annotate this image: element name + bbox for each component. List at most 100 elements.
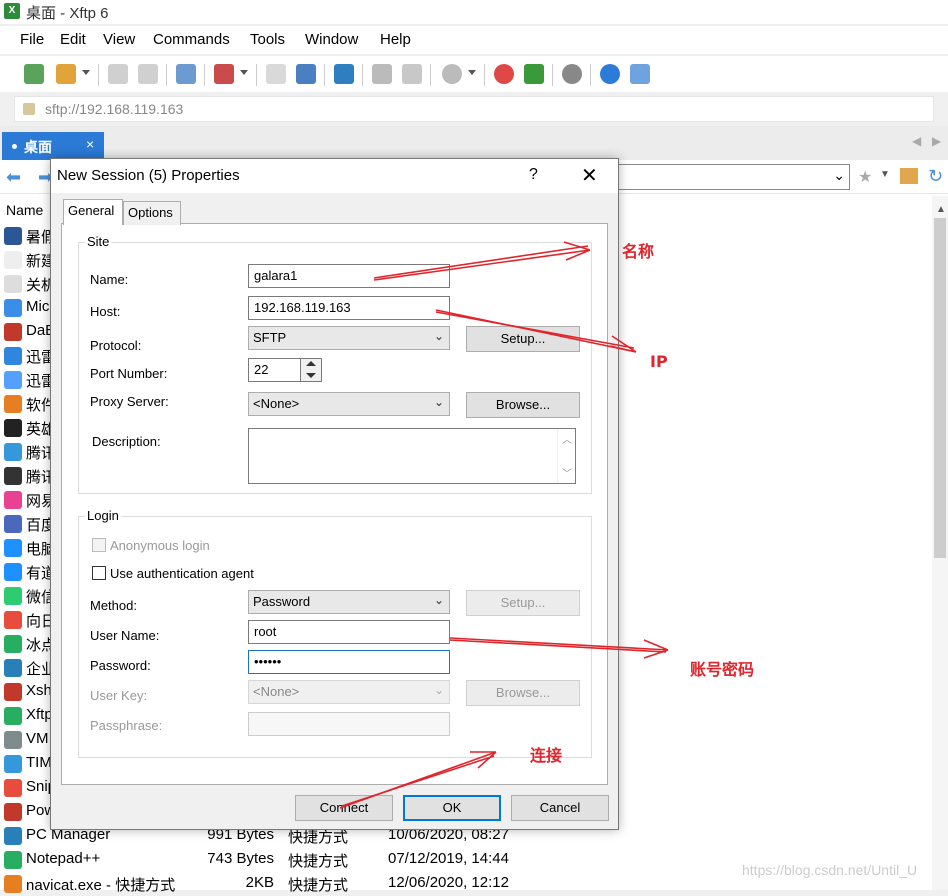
stepper-up-icon[interactable] <box>306 361 316 366</box>
connect-button[interactable]: Connect <box>295 795 393 821</box>
menu-bar: File Edit View Commands Tools Window Hel… <box>0 26 948 54</box>
description-label: Description: <box>92 434 161 449</box>
proxy-select[interactable]: <None> ⌄ <box>248 392 450 416</box>
lock-icon <box>23 103 35 115</box>
file-icon <box>4 347 22 365</box>
file-icon <box>4 803 22 821</box>
open-dropdown-icon[interactable] <box>82 70 90 75</box>
method-label: Method: <box>90 598 137 613</box>
terminal-dropdown-icon[interactable] <box>240 70 248 75</box>
anonymous-login-checkbox[interactable] <box>92 538 106 552</box>
address-bar[interactable]: sftp://192.168.119.163 <box>14 96 934 122</box>
ok-button[interactable]: OK <box>403 795 501 821</box>
file-icon <box>4 323 22 341</box>
file-date: 07/12/2019, 14:44 <box>388 850 509 867</box>
cancel-button[interactable]: Cancel <box>511 795 609 821</box>
connect-icon[interactable] <box>108 64 128 84</box>
open-folder-icon[interactable] <box>56 64 76 84</box>
close-icon[interactable]: ✕ <box>581 163 598 188</box>
disconnect-icon[interactable] <box>138 64 158 84</box>
menu-help[interactable]: Help <box>380 31 411 48</box>
file-icon <box>4 635 22 653</box>
userkey-select[interactable]: <None> ⌄ <box>248 680 450 704</box>
host-input[interactable]: 192.168.119.163 <box>248 296 450 320</box>
xftp-app-icon: X <box>4 3 20 19</box>
scroll-up-icon[interactable]: ▲ <box>936 204 946 215</box>
port-stepper[interactable] <box>300 358 322 382</box>
description-scrollbar[interactable]: ︿ ﹀ <box>557 429 575 483</box>
chat-icon[interactable] <box>630 64 650 84</box>
session-properties-dialog: New Session (5) Properties ? ✕ Site Name… <box>50 158 619 830</box>
file-icon <box>4 779 22 797</box>
stepper-down-icon[interactable] <box>306 373 316 378</box>
help-button[interactable]: ? <box>529 166 538 184</box>
port-input[interactable]: 22 <box>248 358 302 382</box>
file-name: navicat.exe - 快捷方式 <box>26 877 176 894</box>
download-icon[interactable] <box>296 64 316 84</box>
name-input[interactable]: galara1 <box>248 264 450 288</box>
protocol-setup-button[interactable]: Setup... <box>466 326 580 352</box>
chevron-down-icon: ⌄ <box>433 329 444 343</box>
username-input[interactable]: root <box>248 620 450 644</box>
scroll-up-icon[interactable]: ︿ <box>562 431 572 446</box>
terminal-icon[interactable] <box>214 64 234 84</box>
userkey-browse-button[interactable]: Browse... <box>466 680 580 706</box>
back-arrow-icon[interactable]: ⬅ <box>6 167 21 188</box>
transfer-dropdown-icon[interactable] <box>468 70 476 75</box>
transfer-mode-icon[interactable] <box>442 64 462 84</box>
new-session-icon[interactable] <box>24 64 44 84</box>
tab-general[interactable]: General <box>63 199 123 225</box>
auth-agent-checkbox[interactable] <box>92 566 106 580</box>
close-tab-icon[interactable]: × <box>86 136 94 152</box>
file-name: Xsh <box>26 682 52 699</box>
menu-commands[interactable]: Commands <box>153 31 230 48</box>
paste-icon[interactable] <box>402 64 422 84</box>
menu-window[interactable]: Window <box>305 31 358 48</box>
gear-icon[interactable] <box>562 64 582 84</box>
passphrase-input[interactable] <box>248 712 450 736</box>
file-type: 快捷方式 <box>288 877 349 894</box>
help-icon[interactable] <box>600 64 620 84</box>
tab-scroll-left-icon[interactable]: ◀ <box>912 134 921 148</box>
protocol-select[interactable]: SFTP ⌄ <box>248 326 450 350</box>
column-header-name[interactable]: Name <box>6 202 43 218</box>
session-properties-icon[interactable] <box>176 64 196 84</box>
method-setup-button[interactable]: Setup... <box>466 590 580 616</box>
menu-file[interactable]: File <box>20 31 44 48</box>
chevron-down-icon: ⌄ <box>433 395 444 409</box>
xftp-icon[interactable] <box>524 64 544 84</box>
home-icon[interactable] <box>900 168 918 184</box>
menu-tools[interactable]: Tools <box>250 31 285 48</box>
description-textarea[interactable]: ︿ ﹀ <box>248 428 576 484</box>
method-select[interactable]: Password ⌄ <box>248 590 450 614</box>
proxy-browse-button[interactable]: Browse... <box>466 392 580 418</box>
refresh-icon[interactable]: ↻ <box>928 166 943 187</box>
menu-edit[interactable]: Edit <box>60 31 86 48</box>
window-title: 桌面 - Xftp 6 <box>26 5 109 22</box>
tab-scroll-right-icon[interactable]: ▶ <box>932 134 941 148</box>
menu-view[interactable]: View <box>103 31 135 48</box>
file-icon <box>4 587 22 605</box>
toolbar-separator <box>98 64 99 86</box>
tab-desktop[interactable]: 桌面 × <box>2 132 104 160</box>
star-icon[interactable]: ★ <box>858 167 872 187</box>
bookmark-dropdown-icon[interactable]: ▼ <box>880 169 890 180</box>
path-combo[interactable]: ⌄ <box>614 164 850 190</box>
copy-icon[interactable] <box>372 64 392 84</box>
file-icon <box>4 395 22 413</box>
chevron-down-icon[interactable]: ⌄ <box>833 167 845 184</box>
tab-label: 桌面 <box>24 139 52 155</box>
tab-strip: 桌面 × ◀ ▶ <box>0 126 948 160</box>
file-icon <box>4 299 22 317</box>
scroll-down-icon[interactable]: ﹀ <box>562 465 572 480</box>
file-icon <box>4 755 22 773</box>
scrollbar-thumb[interactable] <box>934 218 946 558</box>
tab-options[interactable]: Options <box>123 201 181 225</box>
sync-icon[interactable] <box>334 64 354 84</box>
upload-icon[interactable] <box>266 64 286 84</box>
xshell-icon[interactable] <box>494 64 514 84</box>
password-input[interactable]: •••••• <box>248 650 450 674</box>
login-group-label: Login <box>85 508 121 523</box>
address-text: sftp://192.168.119.163 <box>45 101 184 117</box>
toolbar-separator <box>166 64 167 86</box>
